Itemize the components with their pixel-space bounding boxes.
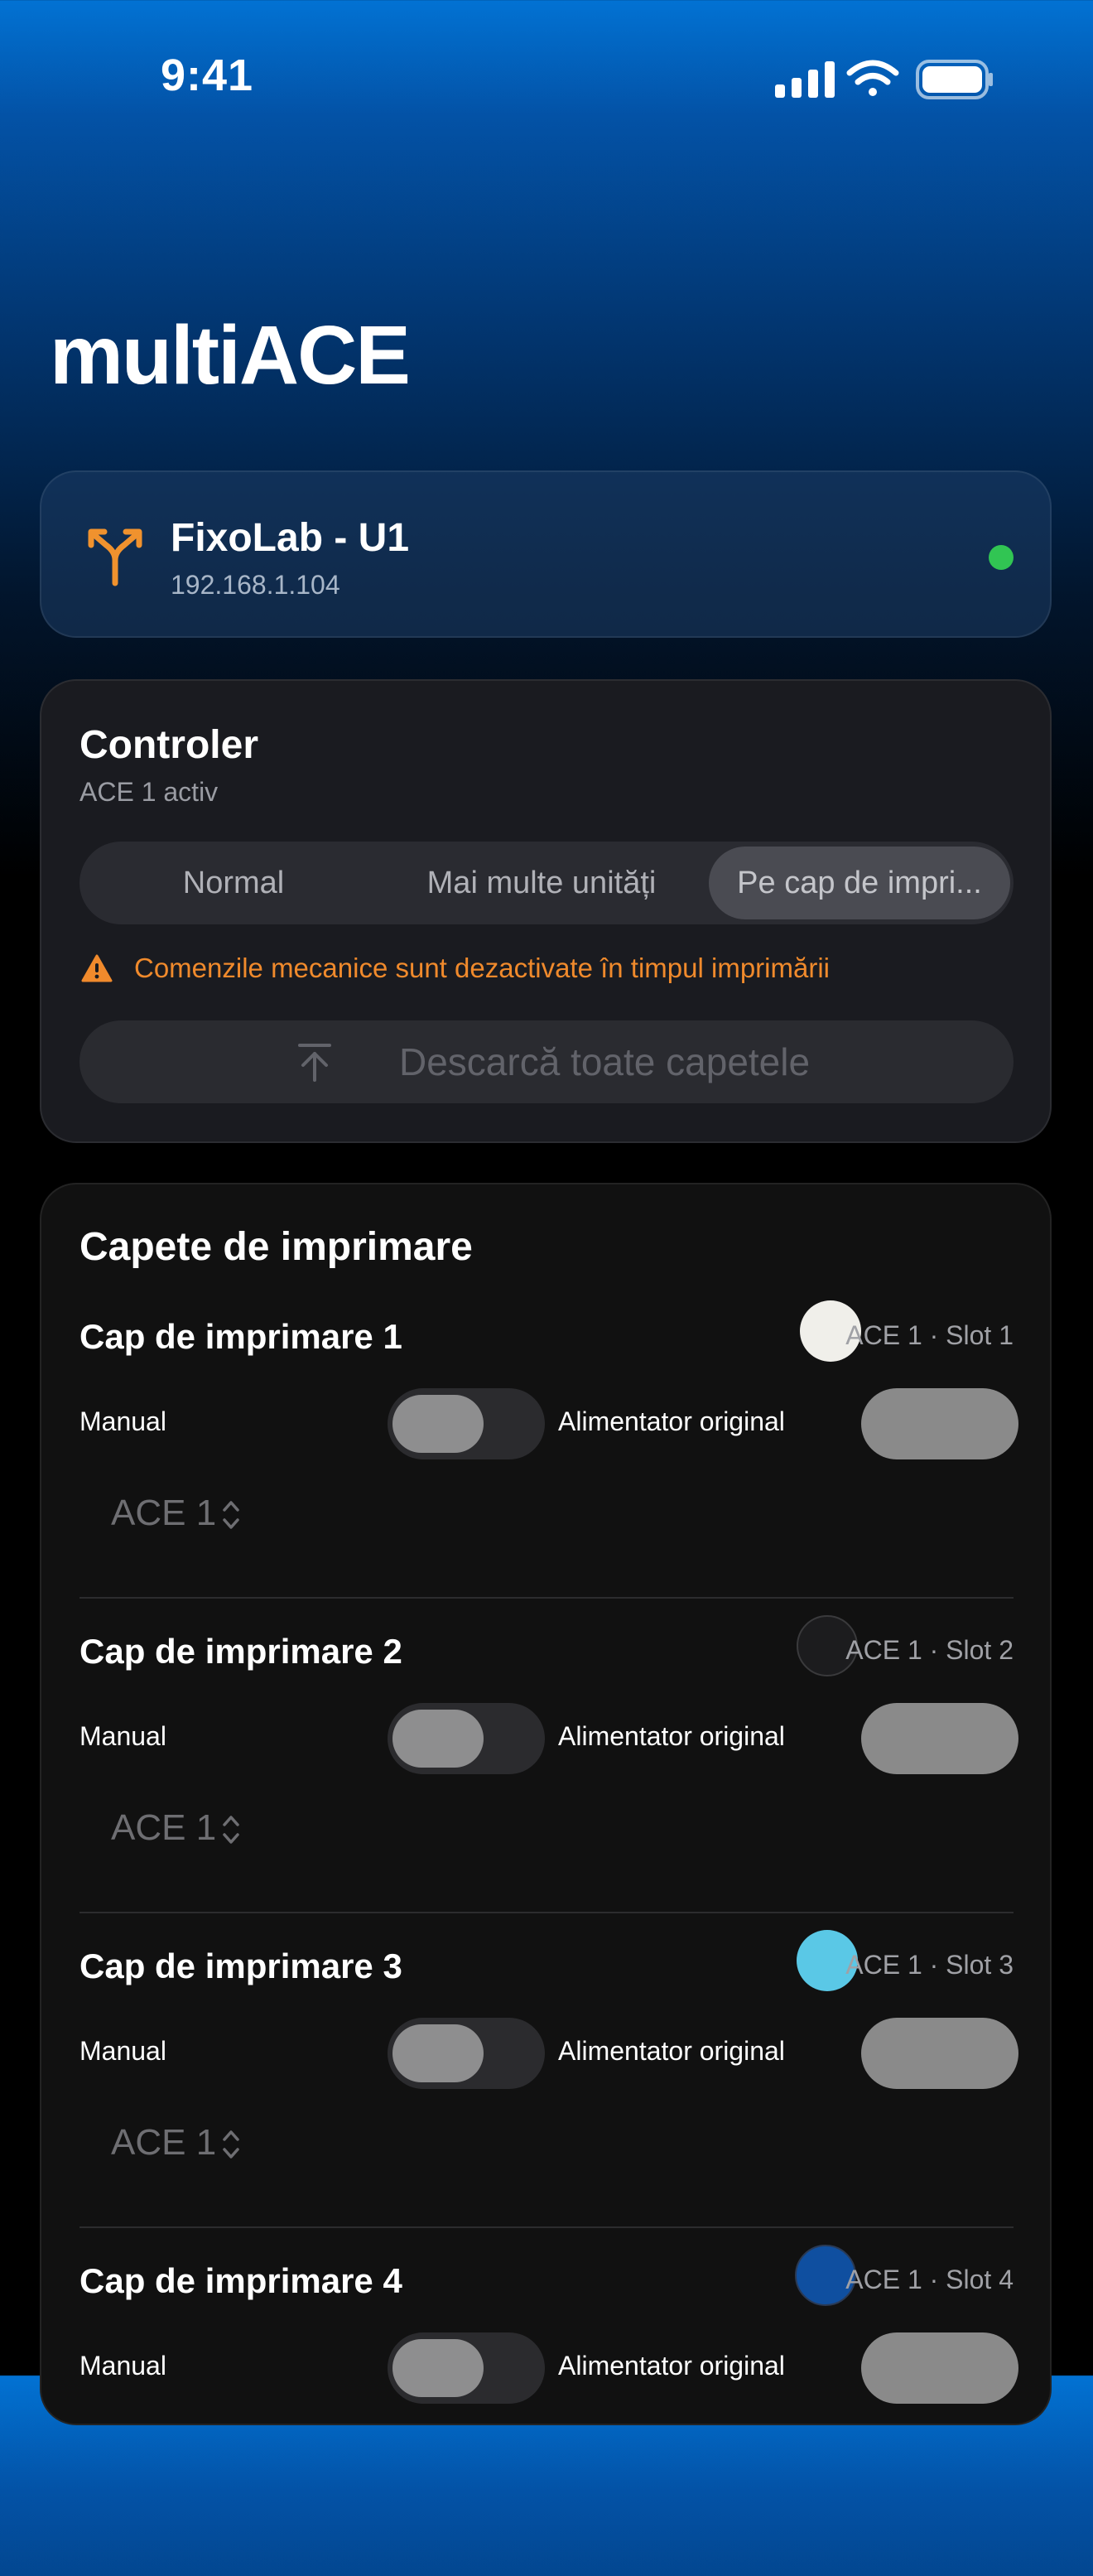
unload-icon [298,1044,331,1082]
manual-toggle[interactable] [388,2018,545,2089]
original-feeder-toggle[interactable] [861,1703,1018,1774]
page-title: multiACE [50,309,411,402]
controller-card: Controler ACE 1 activ Normal Mai multe u… [40,679,1052,1143]
divider [79,2226,1014,2228]
chevron-up-down-icon [223,2130,239,2159]
divider [79,1597,1014,1599]
manual-label: Manual [79,1406,166,1436]
unload-all-label: Descarcă toate capetele [399,1040,811,1083]
original-feeder-toggle[interactable] [861,1388,1018,1459]
original-feeder-toggle[interactable] [861,2018,1018,2089]
print-head-row: Cap de imprimare 2 ACE 1 · Slot 2 Manual… [79,1615,1018,1946]
print-head-row: Cap de imprimare 1 ACE 1 · Slot 1 Manual… [79,1300,1018,1632]
manual-label: Manual [79,1721,166,1751]
mode-segmented-control: Normal Mai multe unități Pe cap de impri… [79,842,1014,924]
slot-label: ACE 1 · Slot 1 [845,1320,1014,1350]
device-ip: 192.168.1.104 [171,570,340,600]
ace-select[interactable]: ACE 1 [111,2122,241,2164]
warning-icon [81,954,113,982]
manual-toggle[interactable] [388,2332,545,2404]
slot-label: ACE 1 · Slot 4 [845,2265,1014,2294]
section-title: Capete de imprimare [79,1225,473,1269]
feeder-label: Alimentator original [558,1406,785,1436]
ace-select[interactable]: ACE 1 [111,1493,241,1534]
print-heads-card: Capete de imprimare Cap de imprimare 1 A… [40,1183,1052,2425]
mode-multi-unit[interactable]: Mai multe unități [388,842,696,924]
toggle-knob [392,2024,484,2082]
head-name: Cap de imprimare 2 [79,1632,402,1671]
toggle-knob [392,1710,484,1768]
chevron-up-down-icon [223,1816,239,1845]
unload-all-button[interactable]: Descarcă toate capetele [79,1020,1014,1103]
toggle-knob [392,2339,484,2397]
head-name: Cap de imprimare 1 [79,1317,402,1356]
ace-select-value: ACE 1 [111,1807,217,1848]
mode-normal[interactable]: Normal [79,842,388,924]
head-name: Cap de imprimare 3 [79,1946,402,1985]
slot-label: ACE 1 · Slot 3 [845,1950,1014,1980]
device-card[interactable]: FixoLab - U1 192.168.1.104 [40,470,1052,638]
original-feeder-toggle[interactable] [861,2332,1018,2404]
cellular-signal-icon [775,61,835,98]
print-head-row: Cap de imprimare 4 ACE 1 · Slot 4 Manual… [79,2245,1018,2576]
connection-status-dot [989,545,1014,570]
controller-title: Controler [79,723,258,767]
status-time: 9:41 [161,51,254,100]
feeder-label: Alimentator original [558,2351,785,2381]
wifi-icon [846,60,899,96]
divider [79,1912,1014,1913]
toggle-knob [392,1395,484,1453]
manual-toggle[interactable] [388,1388,545,1459]
slot-label: ACE 1 · Slot 2 [845,1635,1014,1665]
warning-message: Comenzile mecanice sunt dezactivate în t… [134,953,830,983]
ace-select-value: ACE 1 [111,2122,217,2163]
feeder-label: Alimentator original [558,2036,785,2066]
controller-subtitle: ACE 1 activ [79,777,219,807]
print-head-row: Cap de imprimare 3 ACE 1 · Slot 3 Manual… [79,1930,1018,2261]
manual-toggle[interactable] [388,1703,545,1774]
ace-select-value: ACE 1 [111,1493,217,1533]
manual-label: Manual [79,2036,166,2066]
feeder-label: Alimentator original [558,1721,785,1751]
device-name: FixoLab - U1 [171,516,410,560]
manual-label: Manual [79,2351,166,2381]
chevron-up-down-icon [223,1501,239,1530]
fork-arrow-icon [86,527,144,586]
ace-select[interactable]: ACE 1 [111,1807,241,1849]
battery-icon [916,60,993,99]
head-name: Cap de imprimare 4 [79,2261,402,2300]
mode-per-head[interactable]: Pe cap de impri... [709,847,1010,919]
status-icons [770,56,994,103]
